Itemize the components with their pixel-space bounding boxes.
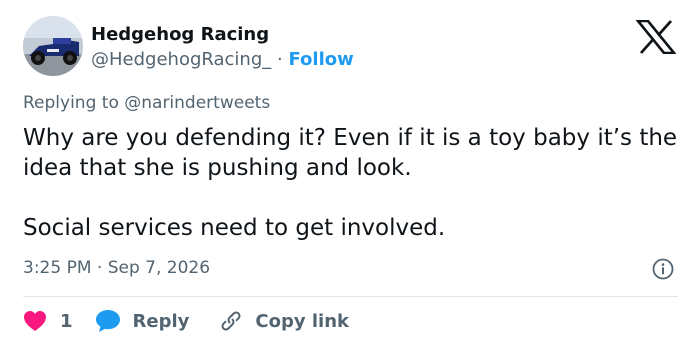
- race-car-avatar-image: [23, 16, 83, 76]
- heart-icon: [24, 311, 46, 331]
- tweet-paragraph: Why are you defending it? Even if it is …: [23, 125, 678, 181]
- replying-to-line: Replying to @narindertweets: [23, 93, 270, 113]
- copy-link-label: Copy link: [255, 310, 349, 332]
- tweet-timestamp[interactable]: 3:25 PM · Sep 7, 2026: [23, 258, 210, 278]
- tweet-date: Sep 7, 2026: [107, 258, 211, 278]
- author-name[interactable]: Hedgehog Racing: [91, 24, 269, 45]
- tweet-paragraph: Social services need to get involved.: [23, 215, 446, 241]
- handle-separator: ·: [277, 49, 283, 70]
- copy-link-button[interactable]: Copy link: [219, 309, 349, 333]
- divider: [23, 296, 678, 297]
- tweet-time: 3:25 PM: [23, 258, 92, 278]
- x-logo-icon[interactable]: [636, 20, 676, 54]
- speech-bubble-icon: [95, 310, 120, 332]
- action-bar: 1 Reply Copy link: [23, 308, 349, 334]
- like-button[interactable]: 1: [23, 310, 73, 332]
- reply-label: Reply: [132, 310, 190, 332]
- reply-to-mention[interactable]: @narindertweets: [124, 93, 270, 113]
- reply-button[interactable]: Reply: [95, 309, 190, 333]
- avatar[interactable]: [23, 16, 83, 76]
- replying-to-label: Replying to: [23, 93, 119, 113]
- link-icon: [221, 311, 241, 331]
- author-handle-row: @HedgehogRacing_ · Follow: [91, 49, 354, 70]
- tweet-text: Why are you defending it? Even if it is …: [23, 123, 683, 243]
- meta-separator: ·: [96, 258, 103, 278]
- info-icon[interactable]: [652, 258, 674, 280]
- author-handle[interactable]: @HedgehogRacing_: [91, 49, 271, 70]
- like-count: 1: [60, 310, 73, 332]
- follow-button[interactable]: Follow: [288, 49, 353, 70]
